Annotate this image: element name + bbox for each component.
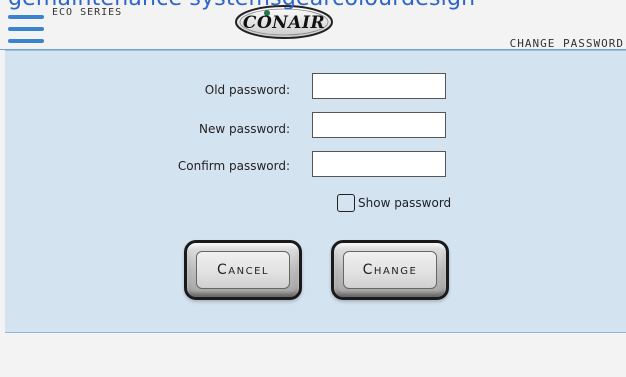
show-password-checkbox[interactable]	[337, 193, 355, 212]
change-button[interactable]: Change	[331, 240, 449, 300]
page-title: CHANGE PASSWORD	[509, 37, 624, 50]
new-password-input[interactable]	[312, 112, 446, 138]
clipped-top-text: gemaintenance systemsgearcolourdesign	[8, 0, 475, 11]
new-password-label: New password:	[198, 122, 290, 136]
cancel-button-label: Cancel	[196, 251, 290, 289]
confirm-password-input[interactable]	[312, 151, 446, 177]
confirm-password-label: Confirm password:	[177, 159, 290, 173]
old-password-input[interactable]	[312, 73, 446, 99]
show-password-control[interactable]: Show password	[337, 192, 451, 213]
svg-text:CONAIR: CONAIR	[243, 13, 325, 33]
change-password-panel: Old password: New password: Confirm pass…	[5, 50, 626, 333]
old-password-label: Old password:	[204, 83, 290, 97]
change-button-label: Change	[343, 251, 437, 289]
cancel-button[interactable]: Cancel	[184, 240, 302, 300]
show-password-label: Show password	[358, 195, 452, 210]
